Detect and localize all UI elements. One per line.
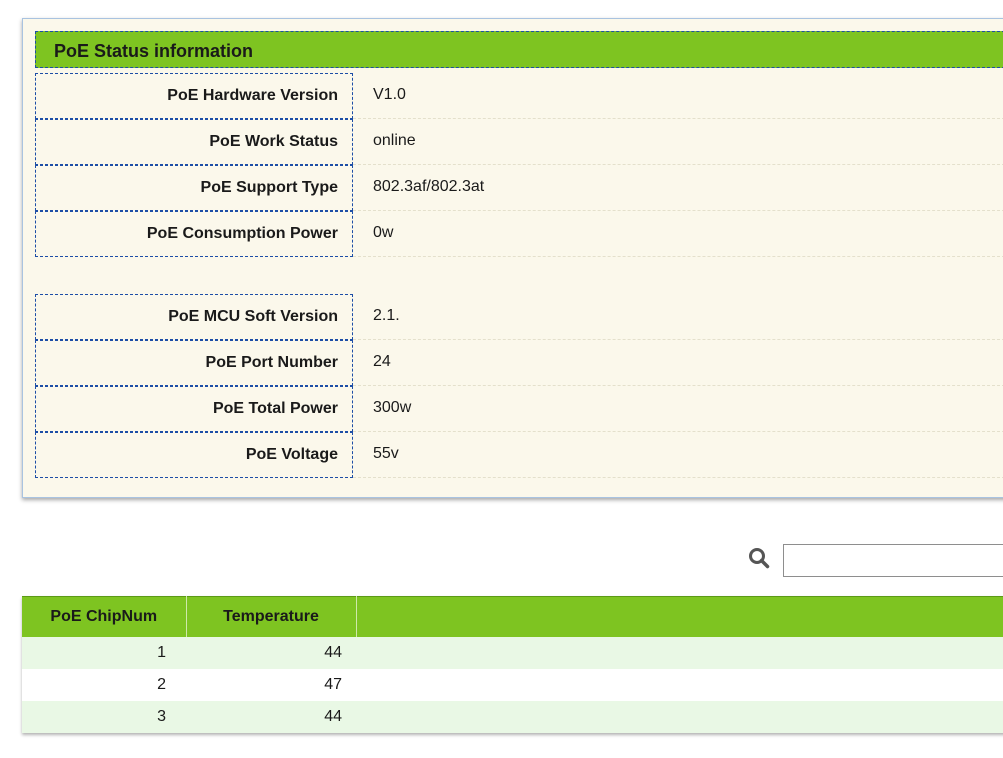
cell-chipnum: 2 <box>22 669 186 701</box>
info-row-work-status: PoE Work Status online <box>35 119 1003 165</box>
table-row: 2 47 <box>22 669 1003 701</box>
info-value: 802.3af/802.3at <box>373 178 485 195</box>
info-value: V1.0 <box>373 86 406 103</box>
info-label: PoE Consumption Power <box>146 225 338 242</box>
info-value: 300w <box>373 399 412 416</box>
info-label: PoE Total Power <box>212 400 338 417</box>
info-label: PoE Voltage <box>245 446 338 463</box>
info-row-support-type: PoE Support Type 802.3af/802.3at <box>35 165 1003 211</box>
table-row: 1 44 <box>22 637 1003 669</box>
search-input[interactable] <box>783 544 1003 577</box>
info-label: PoE Support Type <box>200 179 338 196</box>
info-row-voltage: PoE Voltage 55v <box>35 432 1003 478</box>
info-row-hardware-version: PoE Hardware Version V1.0 <box>35 73 1003 119</box>
info-value: 2.1. <box>373 307 400 324</box>
info-label: PoE Port Number <box>205 354 338 371</box>
info-label: PoE Work Status <box>209 133 338 150</box>
info-value: 24 <box>373 353 391 370</box>
column-header-chipnum[interactable]: PoE ChipNum <box>22 596 187 637</box>
search-icon[interactable] <box>748 547 770 569</box>
cell-chipnum: 3 <box>22 701 186 733</box>
info-label: PoE MCU Soft Version <box>168 308 338 325</box>
table-header-row: PoE ChipNum Temperature <box>22 596 1003 637</box>
panel-title: PoE Status information <box>54 41 254 61</box>
info-label: PoE Hardware Version <box>167 87 338 104</box>
column-header-filler <box>356 596 1003 637</box>
cell-chipnum: 1 <box>22 637 186 669</box>
poe-status-panel: PoE Status information PoE Hardware Vers… <box>22 18 1003 498</box>
info-row-mcu-soft-version: PoE MCU Soft Version 2.1. <box>35 294 1003 340</box>
cell-temperature: 44 <box>186 637 356 669</box>
info-value: 0w <box>373 224 394 241</box>
cell-temperature: 44 <box>186 701 356 733</box>
info-value: 55v <box>373 445 399 462</box>
panel-header: PoE Status information <box>35 31 1003 68</box>
info-row-consumption-power: PoE Consumption Power 0w <box>35 211 1003 257</box>
column-header-temperature[interactable]: Temperature <box>186 596 357 637</box>
cell-temperature: 47 <box>186 669 356 701</box>
info-value: online <box>373 132 416 149</box>
info-row-port-number: PoE Port Number 24 <box>35 340 1003 386</box>
table-row: 3 44 <box>22 701 1003 733</box>
temperature-table: PoE ChipNum Temperature 1 44 2 47 3 44 <box>22 596 1003 733</box>
info-row-total-power: PoE Total Power 300w <box>35 386 1003 432</box>
